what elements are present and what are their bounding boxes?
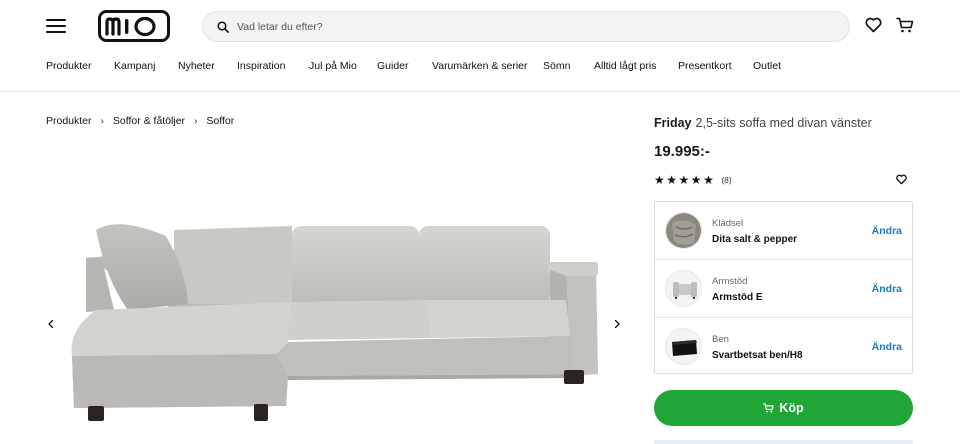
heart-icon[interactable] [896, 174, 907, 185]
option-value: Dita salt & pepper [712, 234, 798, 245]
nav-item-alltid-lagt-pris[interactable]: Alltid lågt pris [594, 60, 656, 72]
option-value: Armstöd E [712, 292, 763, 303]
option-upholstery[interactable]: Klädsel Dita salt & pepper Ändra [655, 202, 912, 259]
buy-button-label: Köp [779, 401, 804, 415]
review-count: (8) [721, 175, 732, 185]
star-icon: ★ [666, 173, 678, 187]
breadcrumb-soffor[interactable]: Soffor [206, 115, 234, 127]
legs-thumbnail [665, 328, 702, 365]
chevron-right-icon[interactable] [611, 317, 623, 331]
option-armrest[interactable]: Armstöd Armstöd E Ändra [655, 259, 912, 316]
mio-logo[interactable] [98, 10, 170, 42]
product-brand: Friday [654, 116, 692, 130]
buy-button[interactable]: Köp [654, 390, 913, 426]
cart-icon [763, 403, 775, 413]
search-icon [217, 20, 229, 33]
product-image [71, 224, 598, 421]
armrest-thumbnail [665, 270, 702, 307]
site-header: Produkter Kampanj Nyheter Inspiration Ju… [0, 0, 960, 92]
rating[interactable]: ★ ★ ★ ★ ★ (8) [654, 174, 732, 186]
option-label: Klädsel [712, 218, 744, 229]
breadcrumb: Produkter › Soffor & fåtöljer › Soffor [46, 115, 234, 127]
breadcrumb-soffor-fatoljer[interactable]: Soffor & fåtöljer [113, 115, 185, 127]
nav-item-nyheter[interactable]: Nyheter [178, 60, 215, 72]
fabric-swatch-thumbnail [665, 212, 702, 249]
product-name: 2,5-sits soffa med divan vänster [695, 116, 872, 130]
heart-icon[interactable] [865, 17, 882, 33]
nav-item-varumarken[interactable]: Varumärken & serier [432, 60, 528, 72]
nav-item-outlet[interactable]: Outlet [753, 60, 781, 72]
option-label: Ben [712, 334, 729, 345]
breadcrumb-produkter[interactable]: Produkter [46, 115, 92, 127]
chevron-left-icon[interactable] [45, 317, 57, 331]
product-price: 19.995:- [654, 143, 710, 160]
next-section-edge [654, 440, 913, 444]
option-label: Armstöd [712, 276, 748, 287]
nav-item-somn[interactable]: Sömn [543, 60, 570, 72]
nav-item-jul-pa-mio[interactable]: Jul på Mio [309, 60, 357, 72]
nav-item-presentkort[interactable]: Presentkort [678, 60, 732, 72]
chevron-right-icon: › [194, 115, 198, 127]
product-title: Friday 2,5-sits soffa med divan vänster [654, 116, 872, 130]
cart-icon[interactable] [896, 17, 914, 33]
option-value: Svartbetsat ben/H8 [712, 350, 803, 361]
star-icon: ★ [654, 173, 665, 187]
star-icon: ★ [678, 173, 690, 187]
star-icon: ★ [690, 173, 702, 187]
nav-item-produkter[interactable]: Produkter [46, 60, 92, 72]
search-bar[interactable] [202, 11, 850, 42]
menu-icon[interactable] [46, 18, 66, 34]
nav-item-guider[interactable]: Guider [377, 60, 409, 72]
change-armrest-link[interactable]: Ändra [872, 283, 902, 295]
star-icon: ★ [703, 173, 714, 187]
product-options: Klädsel Dita salt & pepper Ändra Armstöd… [654, 201, 913, 374]
nav-item-kampanj[interactable]: Kampanj [114, 60, 155, 72]
chevron-right-icon: › [100, 115, 104, 127]
change-upholstery-link[interactable]: Ändra [872, 225, 902, 237]
search-input[interactable] [237, 20, 817, 33]
change-legs-link[interactable]: Ändra [872, 341, 902, 353]
option-legs[interactable]: Ben Svartbetsat ben/H8 Ändra [655, 317, 912, 374]
nav-item-inspiration[interactable]: Inspiration [237, 60, 285, 72]
